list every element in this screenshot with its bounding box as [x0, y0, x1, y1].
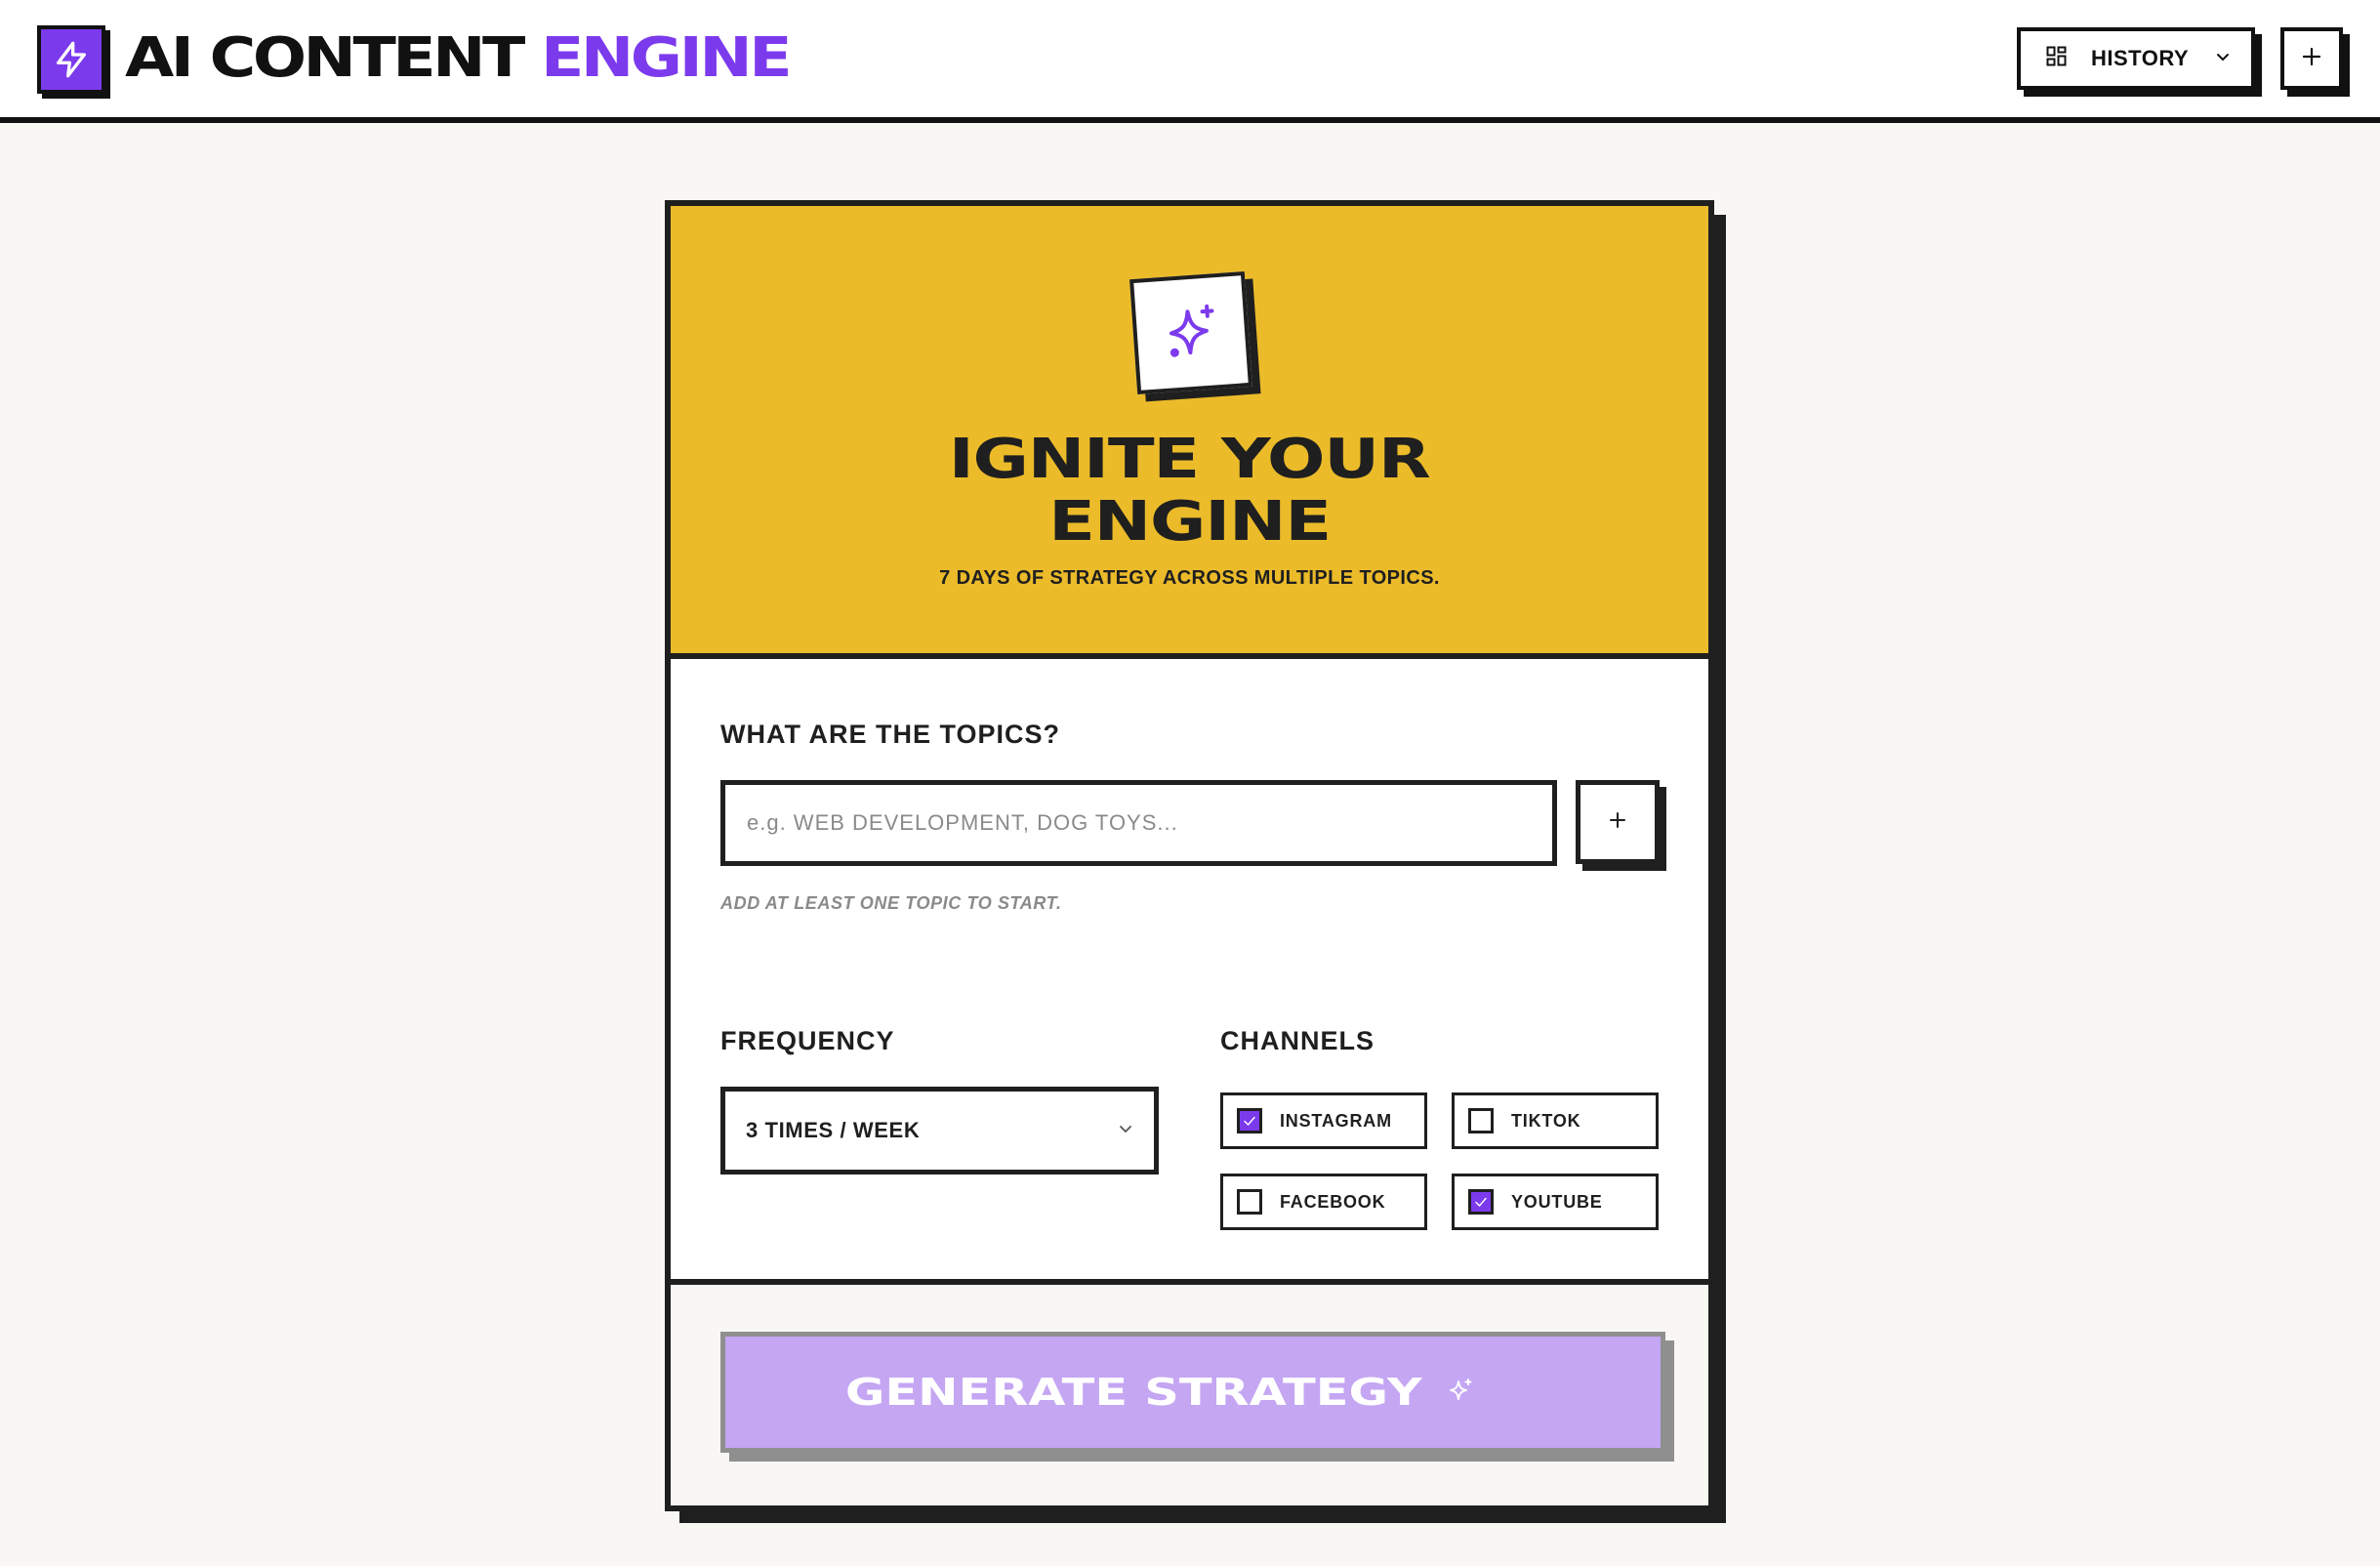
app-title-accent: ENGINE — [541, 26, 793, 90]
channel-label: YOUTUBE — [1511, 1191, 1603, 1212]
history-label: HISTORY — [2091, 46, 2190, 70]
grid-icon — [2046, 46, 2068, 72]
frequency-value: 3 TIMES / WEEK — [746, 1118, 921, 1142]
hero-icon-tile — [1129, 271, 1261, 402]
new-strategy-button[interactable] — [2280, 27, 2343, 90]
hero-title-line1: IGNITE YOUR — [949, 428, 1431, 491]
hero-subtitle: 7 DAYS OF STRATEGY ACROSS MULTIPLE TOPIC… — [939, 567, 1440, 589]
checkbox-unchecked-icon[interactable] — [1237, 1189, 1262, 1215]
generate-strategy-label: GENERATE STRATEGY — [844, 1371, 1422, 1414]
topics-label: WHAT ARE THE TOPICS? — [720, 720, 1060, 749]
plus-icon — [2301, 46, 2322, 72]
channel-label: INSTAGRAM — [1280, 1110, 1392, 1131]
plus-icon — [1608, 810, 1627, 835]
topics-hint: ADD AT LEAST ONE TOPIC TO START. — [720, 893, 1062, 913]
channel-label: FACEBOOK — [1280, 1191, 1386, 1212]
history-dropdown-button[interactable]: HISTORY — [2017, 27, 2255, 90]
topic-input[interactable] — [720, 780, 1557, 866]
strategy-card: IGNITE YOUR ENGINE 7 DAYS OF STRATEGY AC… — [665, 200, 1714, 1511]
hero-title: IGNITE YOUR ENGINE — [671, 429, 1708, 554]
chevron-down-icon — [1117, 1120, 1134, 1142]
app-title: AI CONTENT ENGINE — [125, 21, 793, 96]
channel-toggle-facebook[interactable]: FACEBOOK — [1220, 1174, 1427, 1230]
add-topic-button[interactable] — [1576, 780, 1660, 864]
channel-toggle-tiktok[interactable]: TIKTOK — [1452, 1092, 1659, 1149]
checkbox-unchecked-icon[interactable] — [1468, 1108, 1494, 1133]
generate-strategy-button[interactable]: GENERATE STRATEGY — [720, 1332, 1665, 1453]
frequency-label: FREQUENCY — [720, 1026, 895, 1055]
app-title-main: AI CONTENT — [125, 26, 525, 90]
checkbox-checked-icon[interactable] — [1468, 1189, 1494, 1215]
top-navigation-bar: AI CONTENT ENGINE HISTORY — [0, 0, 2380, 123]
hero-banner: IGNITE YOUR ENGINE 7 DAYS OF STRATEGY AC… — [671, 206, 1708, 659]
chevron-down-icon — [2214, 48, 2232, 70]
frequency-select[interactable]: 3 TIMES / WEEK — [720, 1087, 1159, 1174]
card-footer: GENERATE STRATEGY — [671, 1279, 1708, 1505]
channel-toggle-instagram[interactable]: INSTAGRAM — [1220, 1092, 1427, 1149]
channels-label: CHANNELS — [1220, 1026, 1375, 1055]
checkbox-checked-icon[interactable] — [1237, 1108, 1262, 1133]
channel-toggle-youtube[interactable]: YOUTUBE — [1452, 1174, 1659, 1230]
channel-label: TIKTOK — [1511, 1110, 1581, 1131]
sparkles-icon — [1447, 1377, 1474, 1409]
lightning-bolt-logo-icon — [37, 25, 105, 94]
sparkles-icon — [1129, 271, 1252, 394]
hero-title-line2: ENGINE — [1048, 490, 1332, 554]
